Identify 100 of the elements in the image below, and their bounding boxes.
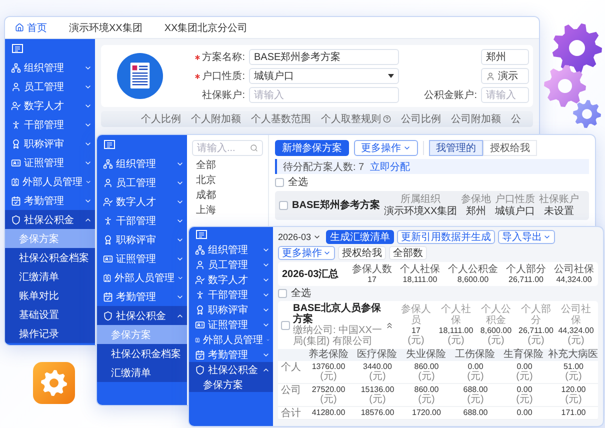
sidebar-item[interactable]: 外部人员管理 bbox=[189, 332, 273, 347]
sidebar-item[interactable]: 职称评审 bbox=[5, 134, 95, 153]
toolbar-button[interactable]: 全部数 bbox=[389, 246, 427, 260]
collapse-icon[interactable] bbox=[104, 140, 115, 149]
stat-value: 17 bbox=[368, 275, 376, 284]
tree-item[interactable]: 全部 bbox=[192, 158, 263, 171]
stat-label: 参保人员 bbox=[400, 304, 432, 326]
org-tab[interactable]: 演示环境XX集团 bbox=[69, 20, 142, 34]
sidebar-item[interactable]: 社保公积金 bbox=[189, 362, 273, 377]
sidebar-item[interactable]: 证照管理 bbox=[97, 249, 187, 268]
select-all-checkbox[interactable]: 全选 bbox=[275, 177, 589, 188]
sidebar-item[interactable]: 外部人员管理 bbox=[97, 268, 187, 287]
required-icon bbox=[195, 74, 200, 78]
toolbar-button[interactable]: 导入导出 bbox=[498, 230, 556, 244]
sidebar-item[interactable]: 员工管理 bbox=[5, 77, 95, 96]
id-card-icon bbox=[103, 254, 113, 264]
sidebar-item[interactable]: 干部管理 bbox=[5, 115, 95, 134]
sidebar-item[interactable]: 组织管理 bbox=[189, 242, 273, 257]
sidebar-item[interactable]: 组织管理 bbox=[5, 58, 95, 77]
unit-text: (元) bbox=[320, 371, 337, 382]
toolbar-button[interactable]: 更多操作 bbox=[278, 246, 335, 260]
field-value: 未设置 bbox=[544, 206, 574, 217]
sidebar-item[interactable]: 社保公积金 bbox=[97, 306, 187, 325]
sidebar-item[interactable]: 干部管理 bbox=[97, 211, 187, 230]
table-cell: 860.00 bbox=[414, 385, 439, 394]
field-value: 城镇户口 bbox=[495, 206, 536, 217]
id-card-icon bbox=[195, 320, 205, 330]
table-cell: 171.00 bbox=[561, 408, 586, 417]
collapse-icon[interactable] bbox=[12, 44, 23, 53]
plan-checkbox[interactable] bbox=[279, 201, 288, 210]
toolbar-button[interactable]: 授权给我 bbox=[338, 246, 386, 260]
input-field[interactable]: 演示 bbox=[481, 68, 529, 84]
user-check-icon bbox=[103, 196, 113, 206]
plan-checkbox[interactable] bbox=[281, 320, 290, 330]
caret-icon bbox=[388, 74, 394, 78]
sidebar-subitem[interactable]: 基础设置 bbox=[5, 305, 95, 324]
sidebar-item[interactable]: 数字人才 bbox=[189, 272, 273, 287]
month-select[interactable]: 2026-03 bbox=[278, 230, 324, 244]
sidebar-item[interactable]: 组织管理 bbox=[97, 154, 187, 173]
stat-label: 个人社保 bbox=[400, 264, 440, 275]
gear-app-icon bbox=[33, 362, 75, 404]
unit-text: (元) bbox=[528, 335, 544, 346]
unit-text: (元) bbox=[488, 335, 504, 346]
sidebar-item[interactable]: 证照管理 bbox=[5, 153, 95, 172]
table-cell: 3440.00 bbox=[363, 362, 392, 371]
sidebar-subitem[interactable]: 社保公积金档案 bbox=[97, 344, 187, 363]
sidebar-item[interactable]: 干部管理 bbox=[189, 287, 273, 302]
more-actions-button[interactable]: 更多操作 bbox=[354, 140, 418, 156]
unit-text: (元) bbox=[516, 371, 533, 382]
shield-icon bbox=[103, 310, 113, 320]
select-all-checkbox[interactable]: 全选 bbox=[278, 288, 598, 299]
sidebar-subitem[interactable]: 操作记录 bbox=[5, 324, 95, 343]
input-field[interactable]: 郑州 bbox=[481, 49, 529, 65]
sidebar-item[interactable]: 考勤管理 bbox=[97, 287, 187, 306]
user-check-icon bbox=[195, 274, 205, 284]
sidebar-item[interactable]: 考勤管理 bbox=[5, 191, 95, 210]
tree-item[interactable]: 北京 bbox=[192, 173, 263, 186]
sidebar-item[interactable]: 员工管理 bbox=[97, 173, 187, 192]
toolbar-button[interactable]: 生成汇缴清单 bbox=[326, 230, 394, 244]
sidebar-item[interactable]: 数字人才 bbox=[97, 192, 187, 211]
sidebar-item[interactable]: 职称评审 bbox=[189, 302, 273, 317]
home-tab[interactable]: 首页 bbox=[15, 20, 47, 34]
tree-item[interactable]: 上海 bbox=[192, 203, 263, 216]
sidebar-item[interactable]: 员工管理 bbox=[189, 257, 273, 272]
assign-link[interactable]: 立即分配 bbox=[370, 160, 410, 174]
home-icon bbox=[15, 23, 24, 32]
collapse-icon[interactable] bbox=[196, 230, 207, 239]
sidebar-item[interactable]: 证照管理 bbox=[189, 317, 273, 332]
sidebar-subitem[interactable]: 汇缴清单 bbox=[5, 267, 95, 286]
contact-card-icon bbox=[103, 272, 112, 282]
sidebar-item[interactable]: 考勤管理 bbox=[189, 347, 273, 362]
add-plan-button[interactable]: 新增参保方案 bbox=[275, 140, 349, 156]
sidebar-subitem[interactable]: 账单对比 bbox=[5, 286, 95, 305]
calendar-check-icon bbox=[103, 292, 113, 302]
field-label: 社保账户 bbox=[539, 194, 580, 205]
select-field[interactable]: 城镇户口 bbox=[249, 68, 399, 84]
table-cell: 0.00 bbox=[516, 362, 532, 371]
award-icon bbox=[195, 304, 205, 314]
sidebar-item[interactable]: 数字人才 bbox=[5, 96, 95, 115]
stat-label: 个人部分 bbox=[506, 264, 546, 275]
toolbar-button[interactable]: 更新引用数据并生成 bbox=[397, 230, 496, 244]
collapse-toggle-icon[interactable] bbox=[385, 320, 394, 330]
sidebar-item[interactable]: 外部人员管理 bbox=[5, 172, 95, 191]
unit-text: (元) bbox=[418, 394, 435, 405]
tree-item[interactable]: 成都 bbox=[192, 188, 263, 201]
sidebar-subitem[interactable]: 社保公积金档案 bbox=[5, 248, 95, 267]
person-icon bbox=[11, 120, 21, 130]
segment-tab[interactable]: 授权给我 bbox=[483, 140, 537, 156]
sidebar-subitem[interactable]: 参保方案 bbox=[189, 377, 273, 392]
sidebar-subitem[interactable]: 汇缴清单 bbox=[97, 363, 187, 382]
user-icon bbox=[11, 82, 21, 92]
award-icon bbox=[103, 234, 113, 244]
unit-text: (元) bbox=[369, 371, 386, 382]
table-cell: 0.00 bbox=[516, 385, 532, 394]
sidebar-item[interactable]: 职称评审 bbox=[97, 230, 187, 249]
org-tab[interactable]: XX集团北京分公司 bbox=[164, 20, 248, 34]
segment-tab[interactable]: 我管理的 bbox=[429, 140, 483, 156]
sidebar-item[interactable]: 社保公积金 bbox=[5, 210, 95, 229]
unit-text: (元) bbox=[418, 371, 435, 382]
input-field[interactable]: BASE郑州参考方案 bbox=[249, 49, 399, 65]
